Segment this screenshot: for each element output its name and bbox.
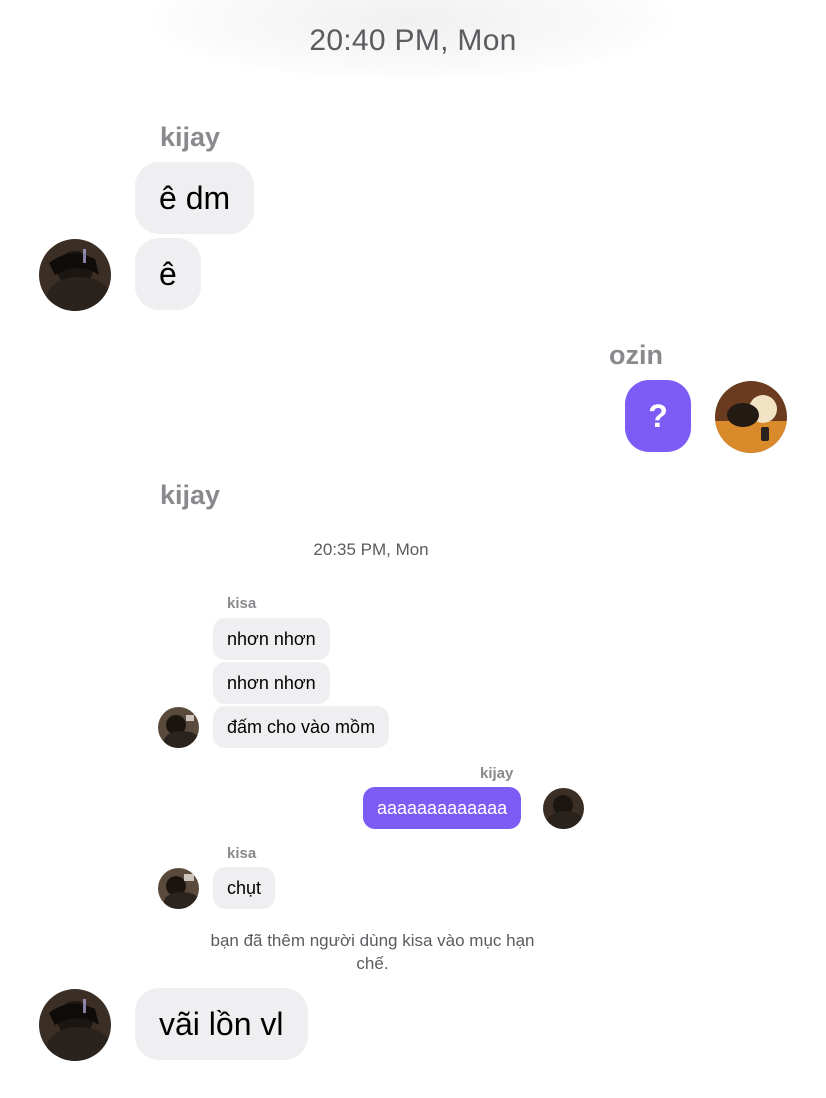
screenshot-bubble: nhơn nhơn: [213, 662, 330, 704]
screenshot-avatar-kisa: [158, 707, 199, 748]
screenshot-avatar-kisa: [158, 868, 199, 909]
avatar-kijay[interactable]: [39, 239, 111, 311]
screenshot-sender-kisa: kisa: [227, 595, 257, 612]
avatar-kijay[interactable]: [39, 989, 111, 1061]
restriction-notice: bạn đã thêm người dùng kisa vào mục hạn …: [210, 931, 535, 973]
screenshot-avatar-kijay: [543, 788, 584, 829]
avatar-photo-icon: [39, 989, 111, 1061]
timestamp-header: 20:40 PM, Mon: [309, 24, 517, 57]
sender-name-kijay: kijay: [160, 480, 221, 510]
screenshot-bubble: đấm cho vào mồm: [213, 706, 390, 748]
screenshot-sender-kisa: kisa: [227, 845, 257, 862]
avatar-photo-icon: [715, 381, 787, 453]
message-bubble-sent[interactable]: ?: [625, 380, 691, 452]
message-bubble[interactable]: ê: [135, 238, 201, 310]
avatar-ozin[interactable]: [715, 381, 787, 453]
screenshot-bubble-sent: aaaaaaaaaaaaa: [363, 787, 522, 829]
avatar-photo-icon: [158, 868, 199, 909]
sender-name-kijay: kijay: [160, 122, 221, 152]
screenshot-bubble: nhơn nhơn: [213, 618, 330, 660]
avatar-photo-icon: [543, 788, 584, 829]
message-bubble[interactable]: vãi lồn vl: [135, 988, 308, 1060]
sender-name-ozin: ozin: [609, 340, 663, 370]
message-bubble[interactable]: ê dm: [135, 162, 255, 234]
screenshot-sender-kijay: kijay: [480, 765, 514, 782]
screenshot-timestamp: 20:35 PM, Mon: [313, 540, 429, 559]
screenshot-bubble: chụt: [213, 867, 276, 909]
avatar-photo-icon: [39, 239, 111, 311]
avatar-photo-icon: [158, 707, 199, 748]
